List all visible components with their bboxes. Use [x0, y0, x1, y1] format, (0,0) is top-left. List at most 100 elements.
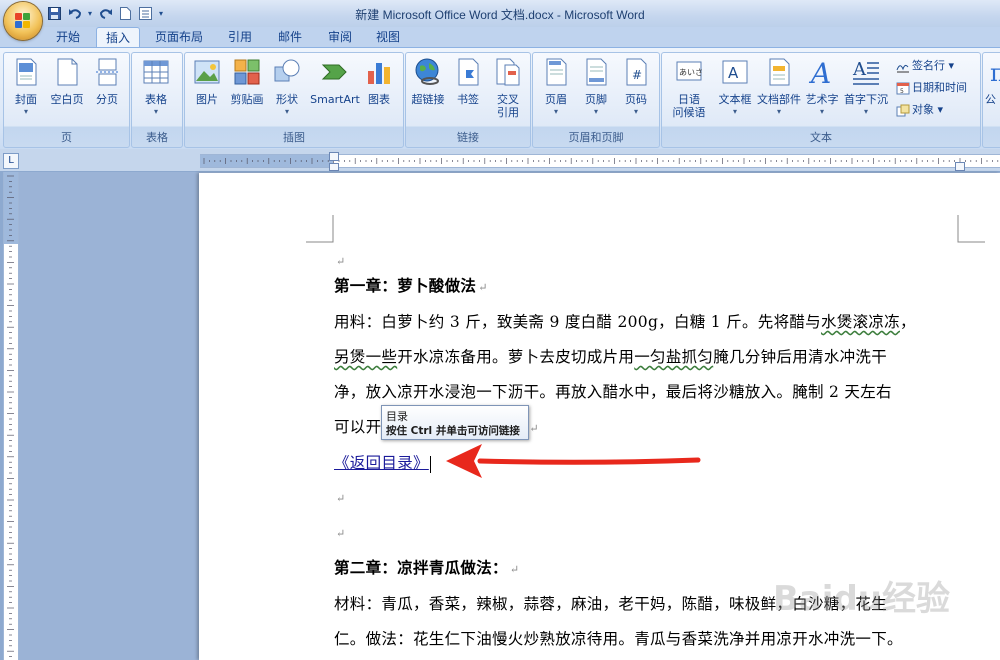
smartart-button[interactable]: SmartArt: [309, 57, 361, 107]
picture-button[interactable]: 图片: [187, 57, 227, 107]
cross-reference-label-2: 引用: [497, 106, 519, 119]
text-cursor: [429, 455, 431, 473]
tab-references[interactable]: 引用: [218, 27, 262, 47]
cross-reference-label-1: 交叉: [497, 93, 519, 106]
tab-review[interactable]: 审阅: [318, 27, 362, 47]
page-break-label: 分页: [96, 93, 118, 106]
group-label-links: 链接: [457, 131, 479, 144]
table-button[interactable]: 表格 ▾: [136, 57, 176, 116]
tab-view[interactable]: 视图: [366, 27, 410, 47]
greeting-button[interactable]: あいさ 日语 问候语: [666, 57, 712, 119]
table-label: 表格: [145, 93, 167, 106]
wordart-button[interactable]: A 艺术字 ▾: [802, 57, 842, 116]
tab-stop-selector[interactable]: L: [3, 153, 19, 169]
wordart-label: 艺术字: [805, 93, 839, 106]
chevron-down-icon: ▾: [732, 107, 737, 116]
shapes-icon: [274, 59, 300, 82]
footer-label: 页脚: [585, 93, 607, 106]
first-line-indent-marker[interactable]: [329, 152, 339, 161]
greeting-label-1: 日语: [678, 93, 700, 106]
chart-icon: [368, 63, 390, 84]
right-indent-marker[interactable]: [955, 162, 965, 171]
hanging-indent-marker[interactable]: [329, 163, 339, 171]
clipart-button[interactable]: 剪贴画: [227, 57, 267, 107]
shapes-button[interactable]: 形状 ▾: [267, 57, 307, 116]
blank-page-button[interactable]: 空白页: [47, 57, 87, 107]
paragraph-line: 用料：白萝卜约 3 斤，致美斋 9 度白醋 200g，白糖 1 斤。先将醋与水煲…: [334, 313, 916, 331]
header-button[interactable]: 页眉 ▾: [536, 57, 576, 116]
document-view-icon[interactable]: [137, 5, 154, 21]
new-doc-icon[interactable]: [117, 5, 134, 21]
calendar-icon: 5: [896, 82, 910, 95]
ribbon: 封面 ▾ 空白页 分页 页 表格 ▾ 表格 图片 剪贴画 形状 ▾ SmartA…: [0, 47, 1000, 150]
back-to-toc-link[interactable]: 《返回目录》: [334, 454, 429, 472]
group-header-footer: 页眉 ▾ 页脚 ▾ # 页码 ▾ 页眉和页脚: [532, 52, 660, 148]
ruler-row: L: [0, 149, 1000, 171]
page-break-icon: [96, 58, 119, 86]
greeting-icon: あいさ: [676, 61, 703, 81]
group-label-text: 文本: [810, 131, 832, 144]
hyperlink-button[interactable]: 超链接: [408, 57, 448, 107]
tab-page-layout[interactable]: 页面布局: [146, 27, 212, 47]
signature-line-label: 签名行: [912, 59, 945, 72]
equation-label: 公: [985, 93, 996, 106]
signature-line-button[interactable]: 签名行 ▾: [896, 57, 954, 75]
chevron-down-icon: ▾: [863, 107, 868, 116]
object-button[interactable]: 对象 ▾: [896, 101, 943, 119]
office-button[interactable]: [4, 2, 42, 40]
textbox-label: 文本框: [718, 93, 752, 106]
greeting-label-2: 问候语: [672, 106, 706, 119]
vertical-ruler-ticks: [7, 175, 14, 657]
picture-icon: [194, 60, 220, 84]
textbox-icon: A: [722, 60, 748, 84]
drop-cap-label: 首字下沉: [844, 93, 888, 106]
tab-home[interactable]: 开始: [46, 27, 90, 47]
customize-toolbar-icon[interactable]: ▾: [157, 5, 165, 21]
page-break-button[interactable]: 分页: [87, 57, 127, 107]
chart-label: 图表: [368, 93, 390, 106]
crop-mark-top-left: [306, 215, 334, 243]
date-time-button[interactable]: 5 日期和时间: [896, 79, 967, 97]
footer-button[interactable]: 页脚 ▾: [576, 57, 616, 116]
page-number-button[interactable]: # 页码 ▾: [616, 57, 656, 116]
vertical-ruler[interactable]: [3, 172, 19, 660]
paragraph-line: 净，放入凉开水浸泡一下沥干。再放入醋水中，最后将沙糖放入。腌制 2 天左右: [334, 383, 892, 401]
page-number-label: 页码: [625, 93, 647, 106]
redo-icon[interactable]: [97, 5, 114, 21]
cover-page-label: 封面: [15, 93, 37, 106]
group-symbols: π 公: [982, 52, 1000, 148]
bookmark-icon: [458, 58, 479, 86]
bookmark-button[interactable]: 书签: [448, 57, 488, 107]
date-time-label: 日期和时间: [912, 81, 967, 94]
equation-button[interactable]: π 公: [985, 57, 1000, 107]
chart-button[interactable]: 图表: [359, 57, 399, 107]
quick-parts-button[interactable]: 文档部件 ▾: [756, 57, 802, 116]
horizontal-ruler[interactable]: [200, 152, 1000, 171]
svg-text:A: A: [728, 64, 739, 82]
group-tables: 表格 ▾ 表格: [131, 52, 183, 148]
annotation-arrow-icon: [446, 444, 701, 478]
paragraph-line: 另煲一些开水凉冻备用。萝卜去皮切成片用一匀盐抓匀腌几分钟后用清水冲洗干: [334, 348, 888, 366]
table-icon: [143, 60, 169, 84]
chapter-2-heading: 第二章：凉拌青瓜做法： ↵: [334, 558, 520, 577]
object-icon: [896, 104, 910, 116]
save-icon[interactable]: [46, 5, 63, 21]
cover-page-button[interactable]: 封面 ▾: [6, 57, 46, 116]
drop-cap-button[interactable]: A 首字下沉 ▾: [842, 57, 890, 116]
group-label-tables: 表格: [146, 131, 168, 144]
undo-dropdown-icon[interactable]: ▾: [86, 5, 94, 21]
cross-reference-button[interactable]: 交叉 引用: [488, 57, 528, 119]
office-logo-icon: [15, 13, 31, 29]
document-page[interactable]: ↵ 第一章：萝卜酸做法 ↵ 用料：白萝卜约 3 斤，致美斋 9 度白醋 200g，…: [199, 173, 1000, 660]
group-illustrations: 图片 剪贴画 形状 ▾ SmartArt 图表 插图: [184, 52, 404, 148]
tab-mailings[interactable]: 邮件: [268, 27, 312, 47]
textbox-button[interactable]: A 文本框 ▾: [714, 57, 756, 116]
footer-icon: [586, 58, 607, 86]
svg-text:あいさ: あいさ: [679, 68, 703, 77]
bookmark-label: 书签: [457, 93, 479, 106]
svg-text:A: A: [852, 59, 867, 80]
undo-icon[interactable]: [66, 5, 83, 21]
chevron-down-icon: ▾: [819, 107, 824, 116]
chevron-down-icon: ▾: [553, 107, 558, 116]
tab-insert[interactable]: 插入: [96, 27, 140, 48]
